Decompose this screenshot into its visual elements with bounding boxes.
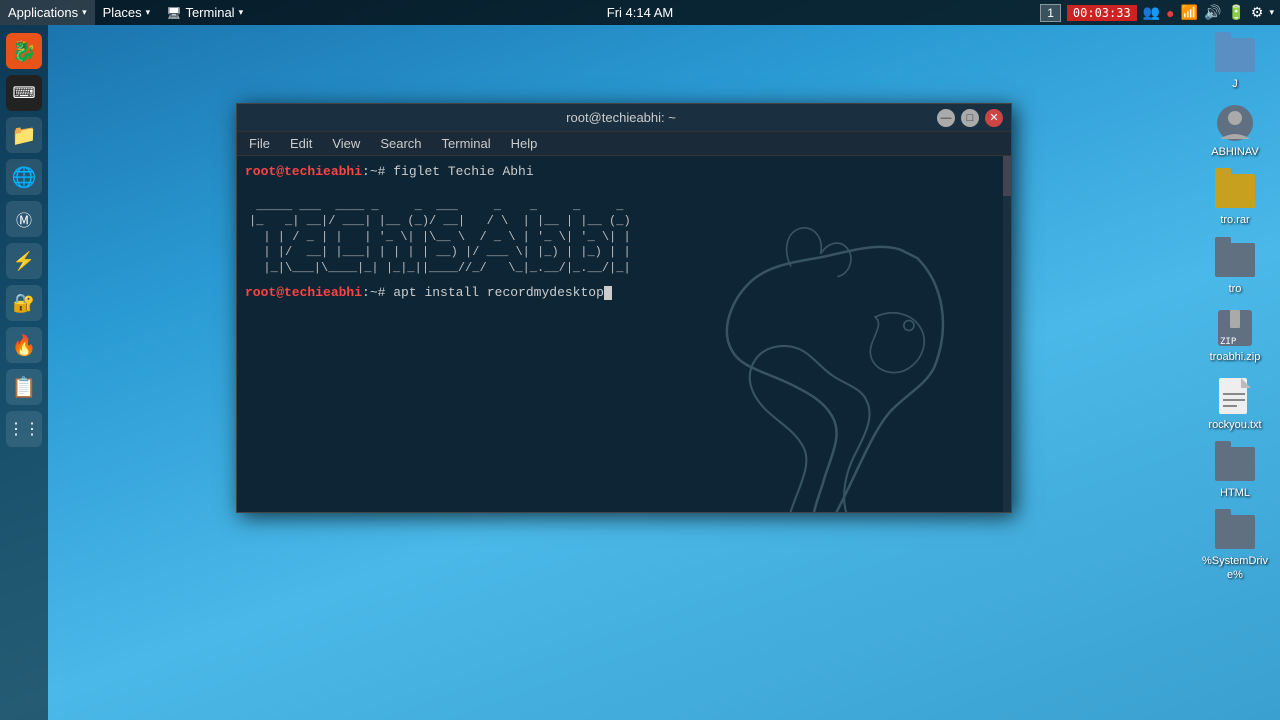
terminal-menu[interactable]: 🖥 Terminal ▾ (158, 0, 251, 25)
systemdrive-image (1215, 512, 1255, 552)
desktop-icon-rockyou-txt[interactable]: rockyou.txt (1200, 376, 1270, 432)
troabhi-zip-label: troabhi.zip (1210, 351, 1261, 364)
systemdrive-label: %SystemDrive% (1200, 555, 1270, 581)
applications-label: Applications (8, 5, 78, 20)
sidebar-notes-icon[interactable]: 📋 (6, 369, 42, 405)
places-menu[interactable]: Places ▾ (95, 0, 159, 25)
cmd-1: :~# figlet Techie Abhi (362, 164, 534, 179)
users-icon[interactable]: 👥 (1143, 4, 1160, 21)
places-chevron: ▾ (146, 7, 151, 18)
desktop-icon-tro[interactable]: tro (1200, 240, 1270, 296)
desktop-icon-j[interactable]: J (1200, 35, 1270, 91)
terminal-title: root@techieabhi: ~ (305, 110, 937, 125)
tro-folder-shape (1215, 243, 1255, 277)
sidebar-tool1-icon[interactable]: ⚡ (6, 243, 42, 279)
desktop-icon-systemdrive[interactable]: %SystemDrive% (1200, 512, 1270, 581)
command-line-1: root@techieabhi:~# figlet Techie Abhi (245, 164, 1003, 179)
cmd-2: :~# apt install recordmydesktop (362, 285, 604, 300)
tro-rar-shape (1215, 174, 1255, 208)
terminal-titlebar: root@techieabhi: ~ — □ ✕ (237, 104, 1011, 132)
sidebar-metasploit-icon[interactable]: Ⓜ (6, 201, 42, 237)
record-icon[interactable]: ● (1166, 5, 1174, 21)
taskbar-right: 1 00:03:33 👥 ● 📶 🔊 🔋 ⚙ ▾ (1040, 4, 1280, 22)
settings-icon[interactable]: ⚙ (1251, 4, 1264, 21)
taskbar: Applications ▾ Places ▾ 🖥 Terminal ▾ Fri… (0, 0, 1280, 25)
desktop-icon-troabhi-zip[interactable]: ZIP troabhi.zip (1200, 308, 1270, 364)
abhinav-image (1215, 103, 1255, 143)
desktop-icon-html[interactable]: HTML (1200, 444, 1270, 500)
terminal-label: Terminal (185, 5, 234, 20)
sidebar-terminal-icon[interactable]: ⌨ (6, 75, 42, 111)
terminal-chevron: ▾ (239, 7, 244, 18)
scrollbar-thumb[interactable] (1003, 156, 1011, 196)
menu-view[interactable]: View (324, 134, 368, 153)
kali-dragon-background (601, 216, 981, 512)
menu-file[interactable]: File (241, 134, 278, 153)
workspace-button[interactable]: 1 (1040, 4, 1061, 22)
battery-icon[interactable]: 🔋 (1227, 4, 1244, 21)
maximize-button[interactable]: □ (961, 109, 979, 127)
txt-svg (1217, 376, 1253, 416)
menu-search[interactable]: Search (372, 134, 429, 153)
applications-chevron: ▾ (82, 7, 87, 18)
taskbar-left: Applications ▾ Places ▾ 🖥 Terminal ▾ (0, 0, 251, 25)
desktop-icon-abhinav[interactable]: ABHINAV (1200, 103, 1270, 159)
terminal-menubar: File Edit View Search Terminal Help (237, 132, 1011, 156)
abhinav-svg (1215, 103, 1255, 143)
terminal-scrollbar[interactable] (1003, 156, 1011, 512)
applications-menu[interactable]: Applications ▾ (0, 0, 95, 25)
sidebar-tool2-icon[interactable]: 🔐 (6, 285, 42, 321)
sidebar-fire-icon[interactable]: 🔥 (6, 327, 42, 363)
j-folder-image (1215, 35, 1255, 75)
systemdrive-shape (1215, 515, 1255, 549)
sidebar-grid-icon[interactable]: ⋮⋮ (6, 411, 42, 447)
wifi-icon[interactable]: 📶 (1181, 4, 1198, 21)
tro-rar-label: tro.rar (1220, 214, 1249, 227)
prompt-1: root@techieabhi (245, 164, 362, 179)
tray-chevron[interactable]: ▾ (1269, 7, 1274, 18)
svg-text:ZIP: ZIP (1220, 337, 1237, 347)
minimize-button[interactable]: — (937, 109, 955, 127)
html-folder-image (1215, 444, 1255, 484)
menu-edit[interactable]: Edit (282, 134, 320, 153)
volume-icon[interactable]: 🔊 (1204, 4, 1221, 21)
abhinav-label: ABHINAV (1211, 146, 1258, 159)
sidebar: 🐉 ⌨ 📁 🌐 Ⓜ ⚡ 🔐 🔥 📋 ⋮⋮ (0, 25, 48, 720)
html-folder-shape (1215, 447, 1255, 481)
sidebar-globe-icon[interactable]: 🌐 (6, 159, 42, 195)
menu-terminal[interactable]: Terminal (434, 134, 499, 153)
menu-help[interactable]: Help (503, 134, 546, 153)
troabhi-zip-image: ZIP (1215, 308, 1255, 348)
tro-rar-image (1215, 171, 1255, 211)
places-label: Places (103, 5, 142, 20)
sidebar-folder-icon[interactable]: 📁 (6, 117, 42, 153)
html-folder-label: HTML (1220, 487, 1250, 500)
j-folder-shape (1215, 38, 1255, 72)
zip-svg: ZIP (1216, 308, 1254, 348)
rockyou-txt-image (1215, 376, 1255, 416)
rockyou-txt-label: rockyou.txt (1208, 419, 1261, 432)
window-controls: — □ ✕ (937, 109, 1003, 127)
tro-folder-image (1215, 240, 1255, 280)
terminal-window[interactable]: root@techieabhi: ~ — □ ✕ File Edit View … (236, 103, 1012, 513)
sidebar-dragon-icon[interactable]: 🐉 (6, 33, 42, 69)
close-button[interactable]: ✕ (985, 109, 1003, 127)
terminal-icon: 🖥 (166, 6, 181, 20)
desktop-icons: J ABHINAV tro.rar tro ZIP (1200, 35, 1270, 582)
terminal-body[interactable]: root@techieabhi:~# figlet Techie Abhi __… (237, 156, 1011, 512)
timer-display: 00:03:33 (1067, 5, 1137, 21)
taskbar-clock: Fri 4:14 AM (607, 5, 673, 20)
tro-folder-label: tro (1229, 283, 1242, 296)
desktop-icon-tro-rar[interactable]: tro.rar (1200, 171, 1270, 227)
prompt-2: root@techieabhi (245, 285, 362, 300)
j-folder-label: J (1232, 78, 1238, 91)
